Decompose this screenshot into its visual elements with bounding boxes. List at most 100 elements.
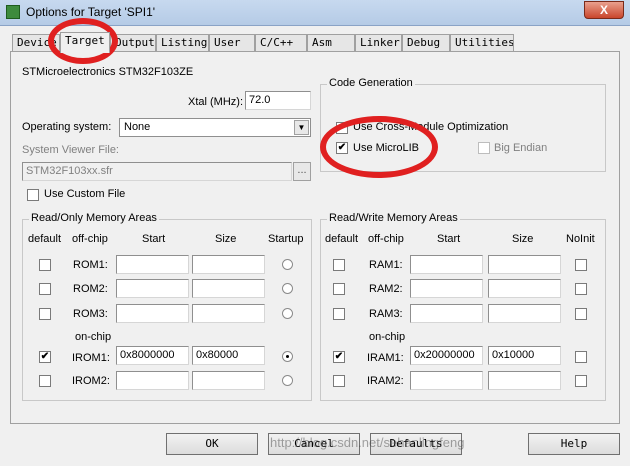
svf-input[interactable]: STM32F103xx.sfr — [22, 162, 292, 181]
irom2-size-input[interactable] — [192, 371, 265, 390]
ro-header-startup: Startup — [268, 233, 304, 245]
irom2-start-input[interactable] — [116, 371, 189, 390]
rom3-checkbox[interactable] — [39, 308, 51, 320]
ram3-noinit-checkbox[interactable] — [575, 308, 587, 320]
rw-memory-title: Read/Write Memory Areas — [327, 212, 460, 224]
ram2-size-input[interactable] — [488, 279, 561, 298]
os-select[interactable]: None ▼ — [119, 118, 311, 137]
device-name: STMicroelectronics STM32F103ZE — [22, 66, 194, 78]
irom1-size-input[interactable]: 0x80000 — [192, 346, 265, 365]
ram3-start-input[interactable] — [410, 304, 483, 323]
tab-cpp[interactable]: C/C++ — [255, 34, 307, 52]
ram3-label: RAM3: — [369, 308, 403, 320]
ram3-checkbox[interactable] — [333, 308, 345, 320]
rom1-label: ROM1: — [73, 259, 108, 271]
tab-target[interactable]: Target — [60, 32, 110, 53]
ram1-checkbox[interactable] — [333, 259, 345, 271]
rom1-start-input[interactable] — [116, 255, 189, 274]
iram2-checkbox[interactable] — [333, 375, 345, 387]
cross-module-checkbox[interactable] — [336, 122, 348, 134]
tab-listing[interactable]: Listing — [156, 34, 209, 52]
microlib-checkbox[interactable]: ✔ — [336, 142, 348, 154]
tab-linker[interactable]: Linker — [355, 34, 402, 52]
custom-file-label: Use Custom File — [44, 188, 126, 200]
irom2-startup-radio[interactable] — [282, 375, 293, 386]
tab-utilities[interactable]: Utilities — [450, 34, 514, 52]
xtal-input[interactable]: 72.0 — [245, 91, 311, 110]
rom2-startup-radio[interactable] — [282, 283, 293, 294]
title-bar: Options for Target 'SPI1' X — [0, 0, 630, 26]
iram1-noinit-checkbox[interactable] — [575, 351, 587, 363]
iram1-start-input[interactable]: 0x20000000 — [410, 346, 483, 365]
ram2-noinit-checkbox[interactable] — [575, 283, 587, 295]
ram2-checkbox[interactable] — [333, 283, 345, 295]
watermark: http://blog.csdn.net/sehanlingfeng — [270, 435, 465, 450]
cross-module-label: Use Cross-Module Optimization — [353, 121, 509, 133]
browse-button[interactable]: ... — [293, 162, 311, 181]
iram2-noinit-checkbox[interactable] — [575, 375, 587, 387]
rw-header-start: Start — [437, 233, 461, 245]
os-label: Operating system: — [22, 121, 112, 133]
window-title: Options for Target 'SPI1' — [26, 5, 156, 19]
ram2-label: RAM2: — [369, 283, 403, 295]
ram3-size-input[interactable] — [488, 304, 561, 323]
rw-onchip-label: on-chip — [369, 331, 406, 343]
rw-header-size: Size — [512, 233, 534, 245]
ram1-label: RAM1: — [369, 259, 403, 271]
tab-asm[interactable]: Asm — [307, 34, 355, 52]
xtal-label: Xtal (MHz): — [188, 96, 243, 108]
ro-header-offchip: off-chip — [72, 233, 108, 245]
ram1-noinit-checkbox[interactable] — [575, 259, 587, 271]
rom1-size-input[interactable] — [192, 255, 265, 274]
app-icon — [6, 5, 20, 19]
tab-output[interactable]: Output — [110, 34, 156, 52]
big-endian-label: Big Endian — [494, 142, 548, 154]
rom1-checkbox[interactable] — [39, 259, 51, 271]
microlib-label: Use MicroLIB — [353, 142, 420, 154]
iram1-checkbox[interactable]: ✔ — [333, 351, 345, 363]
tab-user[interactable]: User — [209, 34, 255, 52]
irom1-start-input[interactable]: 0x8000000 — [116, 346, 189, 365]
rom2-label: ROM2: — [73, 283, 108, 295]
code-generation-title: Code Generation — [327, 77, 415, 89]
rom3-size-input[interactable] — [192, 304, 265, 323]
irom1-checkbox[interactable]: ✔ — [39, 351, 51, 363]
iram2-start-input[interactable] — [410, 371, 483, 390]
ro-header-size: Size — [215, 233, 237, 245]
rw-header-offchip: off-chip — [368, 233, 404, 245]
ram2-start-input[interactable] — [410, 279, 483, 298]
ram1-start-input[interactable] — [410, 255, 483, 274]
svf-label: System Viewer File: — [22, 144, 119, 156]
ram1-size-input[interactable] — [488, 255, 561, 274]
irom2-label: IROM2: — [72, 375, 110, 387]
ro-onchip-label: on-chip — [75, 331, 112, 343]
rom3-start-input[interactable] — [116, 304, 189, 323]
ro-memory-title: Read/Only Memory Areas — [29, 212, 159, 224]
rom2-start-input[interactable] — [116, 279, 189, 298]
rom1-startup-radio[interactable] — [282, 259, 293, 270]
ro-header-start: Start — [142, 233, 166, 245]
rw-header-noinit: NoInit — [566, 233, 595, 245]
tab-debug[interactable]: Debug — [402, 34, 450, 52]
os-value: None — [124, 121, 151, 133]
close-button[interactable]: X — [584, 1, 624, 19]
custom-file-checkbox[interactable] — [27, 189, 39, 201]
iram2-label: IRAM2: — [367, 375, 404, 387]
help-button[interactable]: Help — [528, 433, 620, 455]
iram1-size-input[interactable]: 0x10000 — [488, 346, 561, 365]
irom1-startup-radio[interactable] — [282, 351, 293, 362]
irom1-label: IROM1: — [72, 352, 110, 364]
ro-header-default: default — [28, 233, 62, 245]
rom2-checkbox[interactable] — [39, 283, 51, 295]
irom2-checkbox[interactable] — [39, 375, 51, 387]
tab-device[interactable]: Device — [12, 34, 60, 52]
rom3-startup-radio[interactable] — [282, 308, 293, 319]
rw-header-default: default — [325, 233, 359, 245]
big-endian-checkbox[interactable] — [478, 142, 490, 154]
rom2-size-input[interactable] — [192, 279, 265, 298]
ok-button[interactable]: OK — [166, 433, 258, 455]
iram1-label: IRAM1: — [367, 352, 404, 364]
chevron-down-icon[interactable]: ▼ — [294, 120, 309, 135]
iram2-size-input[interactable] — [488, 371, 561, 390]
rom3-label: ROM3: — [73, 308, 108, 320]
